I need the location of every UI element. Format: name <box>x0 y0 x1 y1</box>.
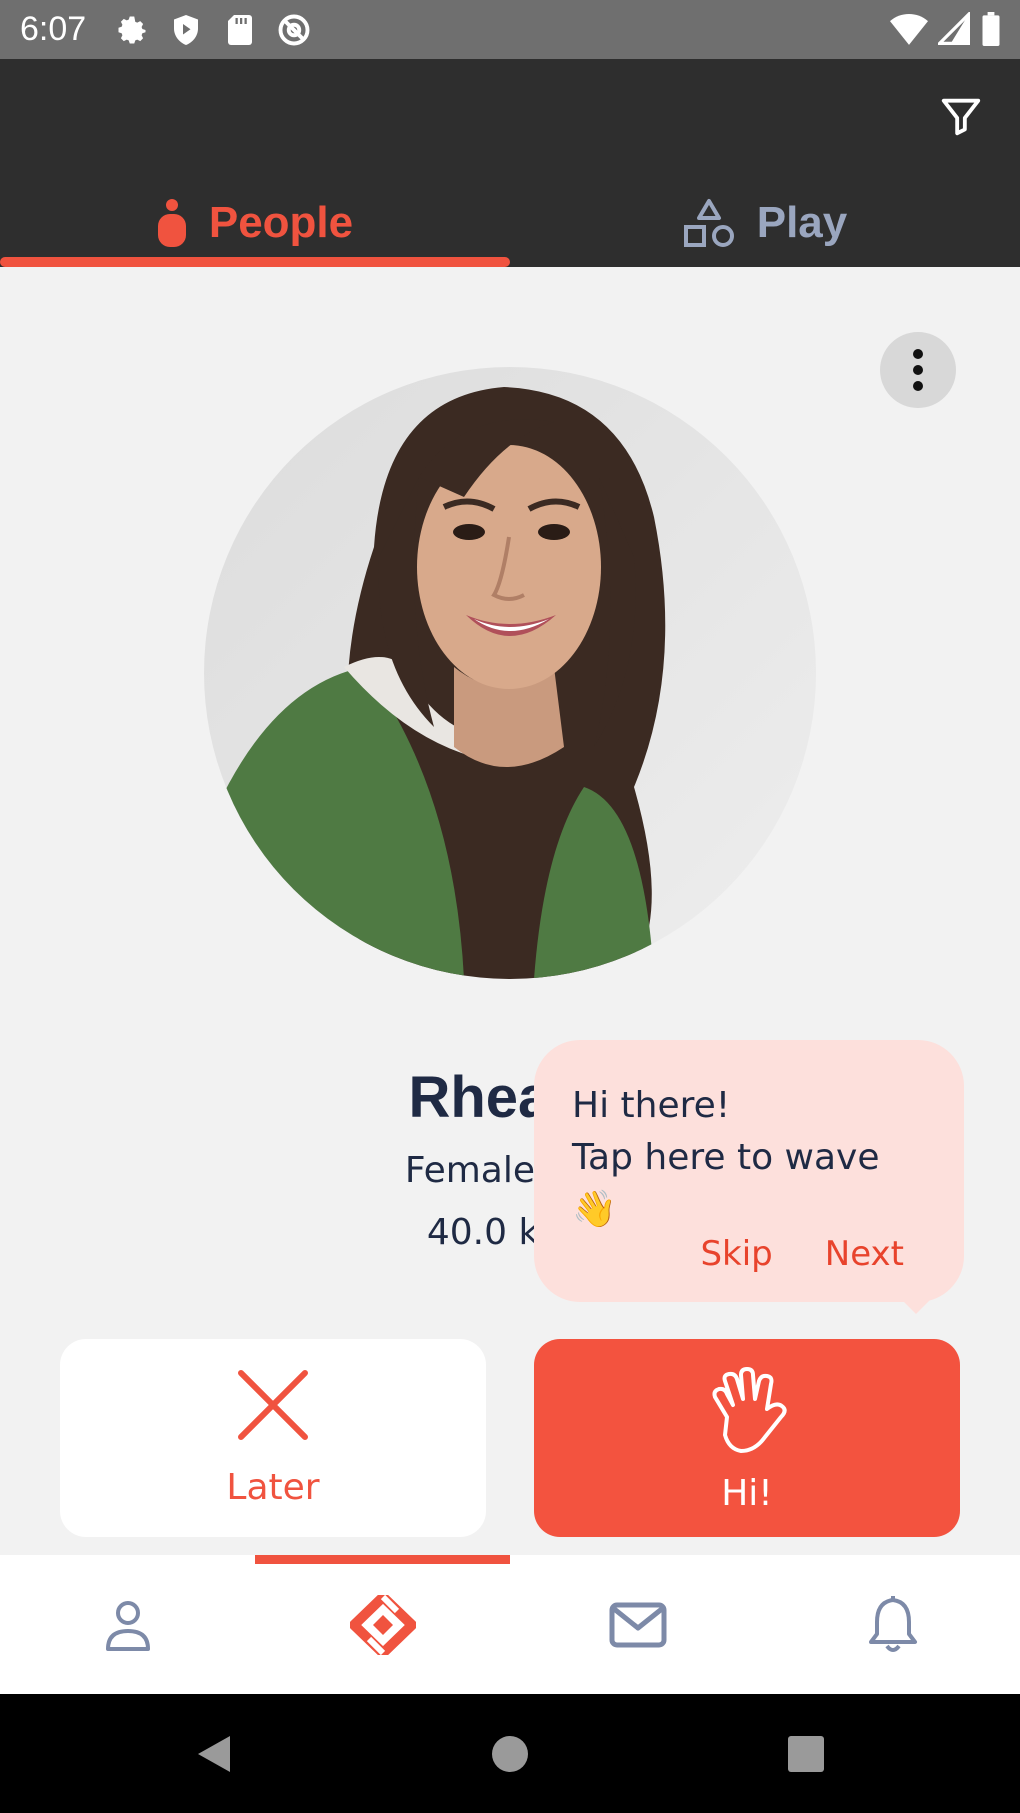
later-button[interactable]: Later <box>60 1339 486 1537</box>
tab-play[interactable]: Play <box>510 179 1020 267</box>
hi-wave-button[interactable]: Hi! <box>534 1339 960 1537</box>
more-vertical-icon <box>913 349 923 391</box>
signal-icon <box>938 12 970 45</box>
nav-messages[interactable] <box>510 1555 765 1694</box>
back-icon[interactable] <box>190 1730 238 1778</box>
waving-hand-icon <box>712 1367 787 1453</box>
profile-icon <box>105 1600 150 1651</box>
tooltip-actions: Skip Next <box>700 1234 904 1274</box>
tooltip-title: Hi there! <box>572 1085 731 1126</box>
tooltip-skip-button[interactable]: Skip <box>700 1234 772 1274</box>
filter-icon[interactable] <box>938 93 984 139</box>
battery-icon <box>982 12 1000 46</box>
bottom-navigation <box>0 1555 1020 1694</box>
wifi-icon <box>890 13 928 45</box>
notifications-icon <box>868 1595 917 1652</box>
active-tab-indicator <box>0 257 510 267</box>
messages-icon <box>609 1602 666 1647</box>
profile-photo <box>204 367 816 979</box>
tooltip-tail <box>898 1296 934 1314</box>
tab-people[interactable]: People <box>0 179 510 267</box>
person-icon <box>157 199 186 247</box>
app-header: People Play <box>0 59 1020 267</box>
nav-discover[interactable] <box>255 1555 510 1694</box>
settings-icon <box>118 16 146 44</box>
tab-people-label: People <box>208 198 354 247</box>
nav-notifications[interactable] <box>765 1555 1020 1694</box>
nav-profile[interactable] <box>0 1555 255 1694</box>
wave-tooltip: Hi there! Tap here to wave 👋 Skip Next <box>534 1040 964 1302</box>
status-time: 6:07 <box>20 10 87 48</box>
system-navigation-bar <box>0 1694 1020 1813</box>
discover-icon <box>349 1594 416 1655</box>
close-icon <box>238 1370 308 1440</box>
later-button-label: Later <box>226 1467 320 1508</box>
hi-button-label: Hi! <box>721 1473 773 1514</box>
status-bar: 6:07 <box>0 0 1020 59</box>
at-sign-icon <box>278 14 310 46</box>
nav-active-indicator <box>255 1555 510 1564</box>
sd-card-icon <box>228 15 252 45</box>
shield-play-icon <box>174 15 198 45</box>
tooltip-body: Tap here to wave 👋 <box>572 1137 880 1230</box>
home-icon[interactable] <box>486 1730 534 1778</box>
recents-icon[interactable] <box>782 1730 830 1778</box>
tab-play-label: Play <box>756 198 848 247</box>
more-options-button[interactable] <box>880 332 956 408</box>
tooltip-next-button[interactable]: Next <box>825 1234 904 1274</box>
shapes-icon <box>683 199 734 247</box>
